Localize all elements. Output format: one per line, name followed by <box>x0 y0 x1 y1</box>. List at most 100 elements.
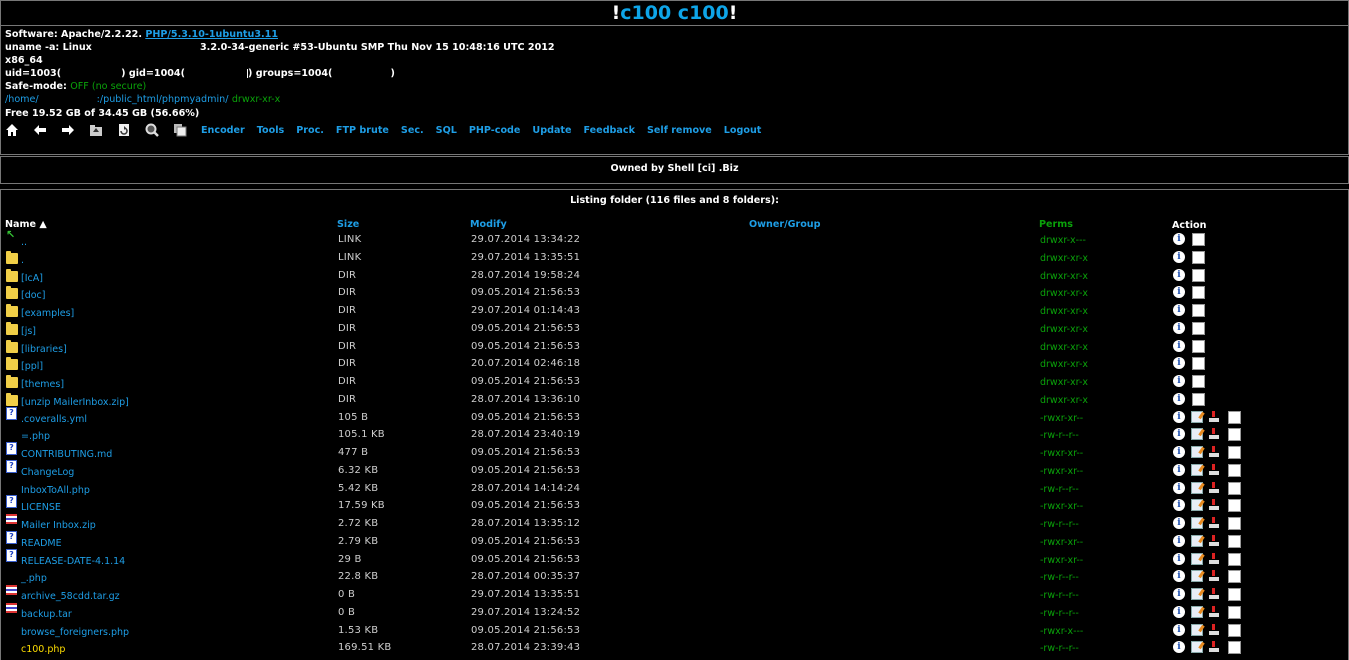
download-icon[interactable] <box>1208 428 1219 440</box>
encoder-link[interactable]: Encoder <box>201 125 245 136</box>
download-icon[interactable] <box>1208 552 1219 564</box>
download-icon[interactable] <box>1208 588 1219 599</box>
file-name-link[interactable]: archive_58cdd.tar.gz <box>21 588 120 605</box>
edit-icon[interactable] <box>1191 410 1203 423</box>
info-icon[interactable]: i <box>1173 375 1185 387</box>
file-name-link[interactable]: CONTRIBUTING.md <box>21 446 112 463</box>
select-checkbox[interactable] <box>1192 321 1205 335</box>
file-perms[interactable]: -rwxr-xr-- <box>1040 552 1083 569</box>
edit-icon[interactable] <box>1191 588 1203 600</box>
file-name-link[interactable]: browse_foreigners.php <box>21 624 129 641</box>
file-name-link[interactable]: InboxToAll.php <box>21 482 90 499</box>
edit-icon[interactable] <box>1191 605 1203 618</box>
file-perms[interactable]: -rwxr-xr-- <box>1040 463 1083 480</box>
edit-icon[interactable] <box>1191 463 1203 476</box>
sec-link[interactable]: Sec. <box>401 125 424 136</box>
download-icon[interactable] <box>1208 481 1219 493</box>
php-code-link[interactable]: PHP-code <box>469 125 521 136</box>
file-perms[interactable]: -rw-r--r-- <box>1040 640 1079 657</box>
info-icon[interactable]: i <box>1173 463 1185 476</box>
forward-icon[interactable] <box>61 123 75 137</box>
edit-icon[interactable] <box>1191 428 1203 441</box>
select-checkbox[interactable] <box>1228 534 1241 548</box>
select-checkbox[interactable] <box>1192 250 1205 264</box>
header-perms[interactable]: Perms <box>1039 219 1073 230</box>
update-link[interactable]: Update <box>532 125 571 136</box>
select-checkbox[interactable] <box>1228 605 1241 619</box>
tools-link[interactable]: Tools <box>257 125 284 136</box>
file-perms[interactable]: -rw-r--r-- <box>1040 516 1079 533</box>
select-checkbox[interactable] <box>1228 428 1241 442</box>
file-perms[interactable]: drwxr-xr-x <box>1040 321 1088 338</box>
download-icon[interactable] <box>1208 499 1219 511</box>
info-icon[interactable]: i <box>1173 534 1185 547</box>
path-public-link[interactable]: :/public_html/phpmyadmin/ <box>97 94 229 105</box>
file-perms[interactable]: -rwxr-xr-- <box>1040 498 1083 515</box>
select-checkbox[interactable] <box>1228 641 1241 655</box>
select-checkbox[interactable] <box>1228 410 1241 424</box>
file-name-link[interactable]: c100.php <box>21 641 65 658</box>
info-icon[interactable]: i <box>1173 588 1185 600</box>
info-icon[interactable]: i <box>1173 499 1185 512</box>
file-name-link[interactable]: ChangeLog <box>21 464 74 481</box>
download-icon[interactable] <box>1208 623 1219 635</box>
upload-icon[interactable] <box>89 123 103 137</box>
self-remove-link[interactable]: Self remove <box>647 125 712 136</box>
edit-icon[interactable] <box>1191 517 1203 529</box>
select-checkbox[interactable] <box>1192 304 1205 317</box>
info-icon[interactable]: i <box>1173 517 1185 529</box>
edit-icon[interactable] <box>1191 623 1203 636</box>
info-icon[interactable]: i <box>1173 623 1185 636</box>
proc-link[interactable]: Proc. <box>296 125 324 136</box>
file-perms[interactable]: -rwxr-x--- <box>1040 623 1083 640</box>
file-name-link[interactable]: LICENSE <box>21 499 61 516</box>
info-icon[interactable]: i <box>1173 250 1185 263</box>
edit-icon[interactable] <box>1191 481 1203 494</box>
refresh-icon[interactable] <box>117 123 131 137</box>
feedback-link[interactable]: Feedback <box>584 125 635 136</box>
file-perms[interactable]: drwxr-xr-x <box>1040 374 1088 391</box>
file-perms[interactable]: drwxr-xr-x <box>1040 250 1088 267</box>
select-checkbox[interactable] <box>1192 392 1205 406</box>
info-icon[interactable]: i <box>1173 321 1185 334</box>
sql-link[interactable]: SQL <box>436 125 457 136</box>
download-icon[interactable] <box>1208 641 1219 653</box>
edit-icon[interactable] <box>1191 446 1203 458</box>
file-perms[interactable]: drwxr-x--- <box>1040 232 1086 249</box>
file-perms[interactable]: drwxr-xr-x <box>1040 339 1088 356</box>
file-perms[interactable]: drwxr-xr-x <box>1040 285 1088 302</box>
select-checkbox[interactable] <box>1192 339 1205 353</box>
download-icon[interactable] <box>1208 570 1219 582</box>
info-icon[interactable]: i <box>1173 304 1185 316</box>
file-name-link[interactable]: =.php <box>21 428 50 445</box>
select-checkbox[interactable] <box>1192 375 1205 388</box>
file-perms[interactable]: -rw-r--r-- <box>1040 587 1079 604</box>
info-icon[interactable]: i <box>1173 268 1185 281</box>
info-icon[interactable]: i <box>1173 233 1185 245</box>
download-icon[interactable] <box>1208 517 1219 528</box>
select-checkbox[interactable] <box>1192 233 1205 246</box>
select-checkbox[interactable] <box>1228 446 1241 459</box>
file-perms[interactable]: drwxr-xr-x <box>1040 268 1088 285</box>
back-icon[interactable] <box>33 123 47 137</box>
edit-icon[interactable] <box>1191 534 1203 547</box>
info-icon[interactable]: i <box>1173 446 1185 458</box>
select-checkbox[interactable] <box>1192 357 1205 371</box>
download-icon[interactable] <box>1208 463 1219 475</box>
file-perms[interactable]: -rwxr-xr-- <box>1040 410 1083 427</box>
file-perms[interactable]: drwxr-xr-x <box>1040 303 1088 320</box>
info-icon[interactable]: i <box>1173 357 1185 370</box>
file-perms[interactable]: -rw-r--r-- <box>1040 427 1079 444</box>
file-perms[interactable]: drwxr-xr-x <box>1040 392 1088 409</box>
info-icon[interactable]: i <box>1173 481 1185 494</box>
info-icon[interactable]: i <box>1173 428 1185 441</box>
file-perms[interactable]: -rwxr-xr-- <box>1040 445 1083 462</box>
file-name-link[interactable]: Mailer Inbox.zip <box>21 517 96 534</box>
edit-icon[interactable] <box>1191 641 1203 654</box>
file-perms[interactable]: -rwxr-xr-- <box>1040 534 1083 551</box>
info-icon[interactable]: i <box>1173 410 1185 423</box>
select-checkbox[interactable] <box>1228 517 1241 530</box>
select-checkbox[interactable] <box>1192 268 1205 282</box>
ftp-brute-link[interactable]: FTP brute <box>336 125 389 136</box>
home-icon[interactable] <box>5 123 19 137</box>
